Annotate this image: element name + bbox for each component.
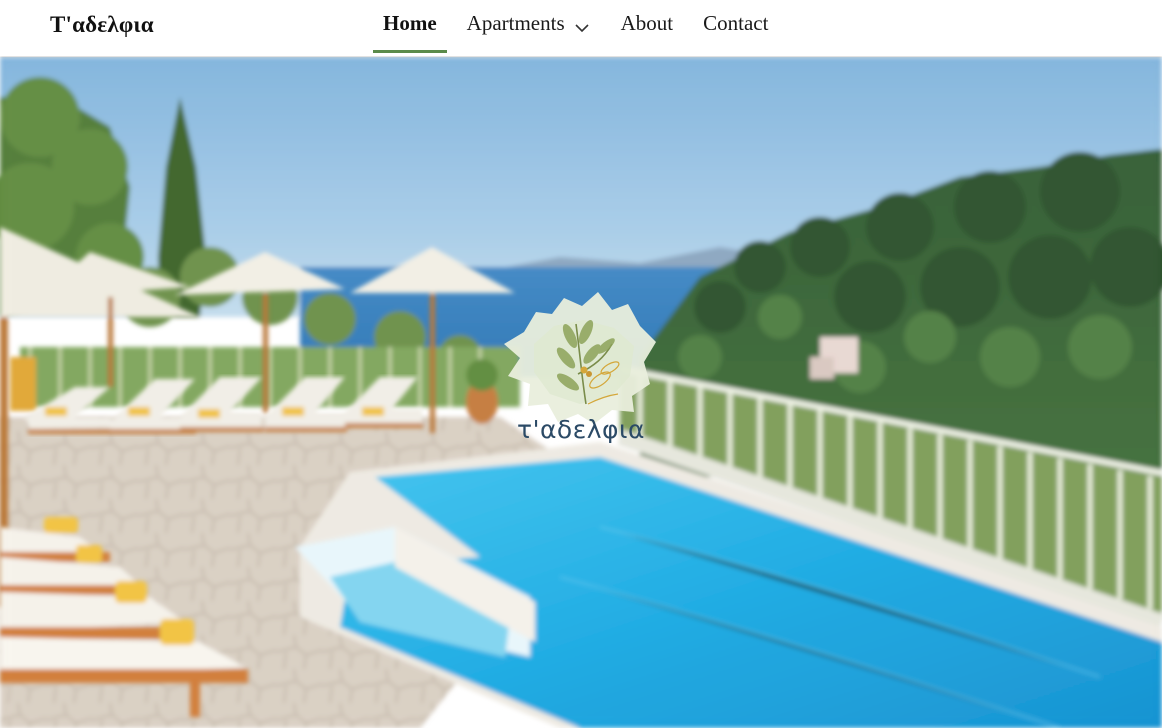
nav-item-label: Home bbox=[383, 11, 437, 35]
chevron-down-icon bbox=[575, 24, 589, 33]
site-header: T'αδελφια Home Apartments About Contact bbox=[0, 0, 1162, 56]
nav-item-label: Contact bbox=[703, 11, 769, 35]
nav-item-label: About bbox=[620, 11, 674, 35]
hero-banner: τ'αδελφια bbox=[0, 57, 1162, 728]
olive-branch-logo-icon bbox=[504, 292, 656, 424]
nav-item-about[interactable]: About bbox=[611, 0, 684, 53]
nav-item-contact[interactable]: Contact bbox=[693, 0, 778, 53]
main-nav: Home Apartments About Contact bbox=[373, 0, 788, 56]
logo-wordmark: τ'αδελφια bbox=[517, 415, 645, 444]
nav-item-apartments[interactable]: Apartments bbox=[457, 0, 601, 53]
site-brand[interactable]: T'αδελφια bbox=[50, 12, 154, 38]
hero-logo: τ'αδελφια bbox=[494, 284, 668, 464]
nav-item-home[interactable]: Home bbox=[373, 0, 447, 53]
nav-item-label: Apartments bbox=[466, 11, 565, 35]
